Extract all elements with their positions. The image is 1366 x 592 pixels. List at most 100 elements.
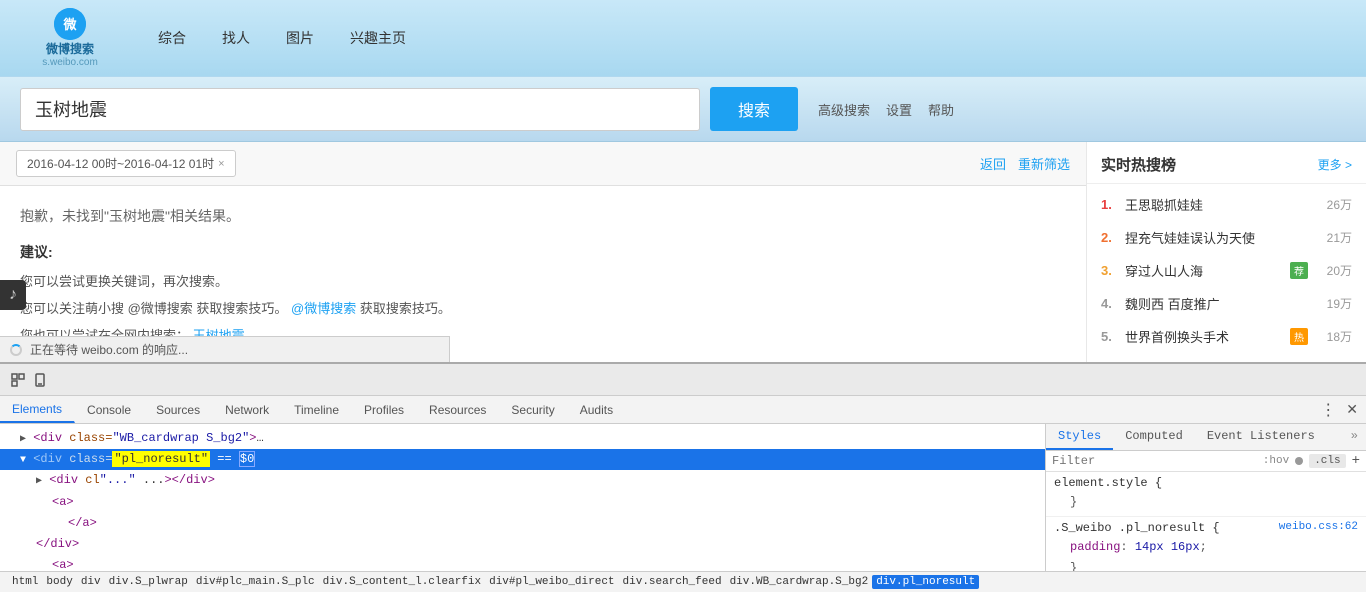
waiting-bar: 正在等待 weibo.com 的响应...	[0, 336, 450, 362]
html-line-5: </a>	[0, 513, 1045, 534]
devtools-inspect-btn[interactable]	[8, 370, 28, 390]
devtools-tab-security[interactable]: Security	[499, 396, 567, 423]
devtools-tab-sources[interactable]: Sources	[144, 396, 213, 423]
music-icon-bar: ♪	[0, 280, 26, 310]
devtools-html-tree[interactable]: ▶ <div class="WB_cardwrap S_bg2">… ▼ <di…	[0, 424, 1046, 571]
hot-item-5[interactable]: 5. 世界首例换头手术 热 18万	[1087, 320, 1366, 353]
styles-tab-more[interactable]: »	[1343, 424, 1366, 450]
devtools-panel: Elements Console Sources Network Timelin…	[0, 362, 1366, 592]
highlighted-class: "pl_noresult"	[112, 451, 210, 467]
html-line-6: </div>	[0, 534, 1045, 555]
search-input[interactable]	[20, 88, 700, 131]
filter-cls[interactable]: .cls	[1309, 454, 1345, 468]
hot-item-1[interactable]: 1. 王思聪抓娃娃 26万	[1087, 188, 1366, 221]
styles-prop-2b: }	[1054, 558, 1358, 571]
html-line-1: ▶ <div class="WB_cardwrap S_bg2">…	[0, 428, 1045, 449]
bc-plnoresult[interactable]: div.pl_noresult	[872, 575, 979, 589]
filter-refine-link[interactable]: 重新筛选	[1018, 154, 1070, 173]
top-nav: 微 微博搜索 s.weibo.com 综合 找人 图片 兴趣主页	[0, 0, 1366, 77]
nav-interests[interactable]: 兴趣主页	[342, 24, 414, 52]
filter-dot[interactable]	[1295, 457, 1303, 465]
hot-item-2[interactable]: 2. 捏充气娃娃误认为天使 21万	[1087, 221, 1366, 254]
logo-icon: 微	[54, 8, 86, 40]
bc-plcmain[interactable]: div#plc_main.S_plc	[192, 575, 319, 589]
styles-source-2[interactable]: weibo.css:62	[1279, 521, 1358, 533]
logo-name: 微博搜索	[46, 40, 94, 57]
devtools-tab-profiles[interactable]: Profiles	[352, 396, 417, 423]
devtools-tab-bar: Elements Console Sources Network Timelin…	[0, 396, 1366, 424]
styles-selector-1: element.style {	[1054, 476, 1358, 490]
styles-prop-2a: padding: 14px 16px;	[1054, 537, 1358, 557]
html-line-2-selected: ▼ <div class="pl_noresult" == $0	[0, 449, 1045, 470]
logo: 微 微博搜索 s.weibo.com	[20, 8, 120, 68]
search-bar: 搜索 高级搜索 设置 帮助	[0, 77, 1366, 142]
devtools-tab-resources[interactable]: Resources	[417, 396, 499, 423]
nav-images[interactable]: 图片	[278, 24, 322, 52]
bc-scontent[interactable]: div.S_content_l.clearfix	[319, 575, 485, 589]
weibo-at-link[interactable]: @微博搜索	[291, 301, 356, 316]
no-result-message: 抱歉，未找到"玉树地震"相关结果。	[20, 206, 1066, 226]
hot-rank-2: 2.	[1101, 230, 1117, 245]
styles-tab-event-listeners[interactable]: Event Listeners	[1195, 424, 1327, 450]
bc-searchfeed[interactable]: div.search_feed	[619, 575, 726, 589]
devtools-styles-panel: Styles Computed Event Listeners » :hov .…	[1046, 424, 1366, 571]
hot-rank-1: 1.	[1101, 197, 1117, 212]
devtools-tab-timeline[interactable]: Timeline	[282, 396, 352, 423]
devtools-toolbar	[0, 364, 1366, 396]
advanced-search-link[interactable]: 高级搜索	[818, 100, 870, 119]
bc-plweibo[interactable]: div#pl_weibo_direct	[485, 575, 618, 589]
hot-count-3: 20万	[1316, 262, 1352, 279]
devtools-tab-actions: ⋮ ✕	[1312, 396, 1366, 423]
devtools-tab-console[interactable]: Console	[75, 396, 144, 423]
html-line-4: <a>	[0, 492, 1045, 513]
hot-name-5: 世界首例换头手术	[1125, 327, 1282, 346]
styles-tab-computed[interactable]: Computed	[1113, 424, 1195, 450]
hot-count-1: 26万	[1316, 196, 1352, 213]
styles-rule-1: element.style { }	[1046, 472, 1366, 517]
devtools-close-btn[interactable]: ✕	[1346, 401, 1358, 418]
hot-name-2: 捏充气娃娃误认为天使	[1125, 228, 1308, 247]
styles-filter-input[interactable]	[1052, 454, 1257, 468]
triangle-3[interactable]: ▶	[36, 476, 42, 487]
devtools-tab-network[interactable]: Network	[213, 396, 282, 423]
search-button[interactable]: 搜索	[710, 87, 798, 131]
hot-item-3[interactable]: 3. 穿过人山人海 荐 20万	[1087, 254, 1366, 287]
bc-html[interactable]: html	[8, 575, 42, 589]
filter-tag-close[interactable]: ×	[218, 158, 224, 170]
filter-back-link[interactable]: 返回	[980, 154, 1006, 173]
waiting-text: 正在等待 weibo.com 的响应...	[30, 341, 188, 358]
filter-pseudo[interactable]: :hov	[1263, 455, 1289, 467]
settings-link[interactable]: 设置	[886, 100, 912, 119]
svg-text:微: 微	[62, 17, 77, 32]
hot-badge-5: 热	[1290, 328, 1308, 345]
styles-tab-styles[interactable]: Styles	[1046, 424, 1113, 450]
hot-item-4[interactable]: 4. 魏则西 百度推广 19万	[1087, 287, 1366, 320]
logo-url: s.weibo.com	[42, 57, 98, 68]
html-line-3: ▶ <div cl"..." ...></div>	[0, 470, 1045, 491]
loading-spinner	[10, 344, 22, 356]
hot-search-title: 实时热搜榜	[1101, 154, 1176, 175]
bc-splwrap[interactable]: div.S_plwrap	[105, 575, 192, 589]
bc-body[interactable]: body	[42, 575, 76, 589]
bc-wbcard[interactable]: div.WB_cardwrap.S_bg2	[726, 575, 873, 589]
suggestion-title: 建议:	[20, 242, 1066, 262]
html-line-7: <a>	[0, 555, 1045, 571]
triangle-2[interactable]: ▼	[20, 455, 26, 466]
bc-div[interactable]: div	[77, 575, 105, 589]
hot-name-1: 王思聪抓娃娃	[1125, 195, 1308, 214]
hot-search-more[interactable]: 更多 >	[1318, 156, 1352, 173]
devtools-tab-elements[interactable]: Elements	[0, 396, 75, 423]
devtools-tab-audits[interactable]: Audits	[568, 396, 626, 423]
filter-plus[interactable]: +	[1352, 453, 1360, 469]
triangle-1[interactable]: ▶	[20, 434, 26, 445]
filter-tag: 2016-04-12 00时~2016-04-12 01时 ×	[16, 150, 236, 177]
styles-tabs: Styles Computed Event Listeners »	[1046, 424, 1366, 451]
hot-count-5: 18万	[1316, 328, 1352, 345]
filter-links: 返回 重新筛选	[980, 154, 1070, 173]
nav-findpeople[interactable]: 找人	[214, 24, 258, 52]
devtools-more-btn[interactable]: ⋮	[1320, 400, 1336, 420]
devtools-device-btn[interactable]	[30, 370, 50, 390]
nav-comprehensive[interactable]: 综合	[150, 24, 194, 52]
help-link[interactable]: 帮助	[928, 100, 954, 119]
hot-name-3: 穿过人山人海	[1125, 261, 1282, 280]
